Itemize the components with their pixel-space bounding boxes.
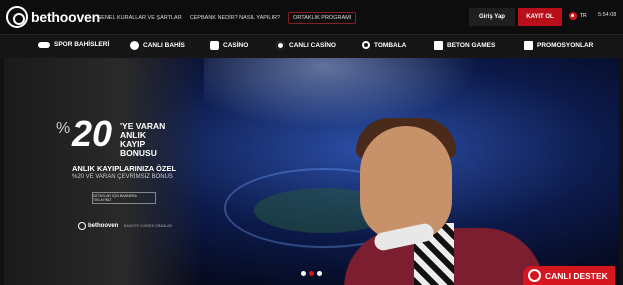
register-button[interactable]: KAYIT OL	[518, 8, 562, 26]
hero-logo: bethooven	[78, 222, 118, 230]
slide-dot[interactable]	[317, 271, 322, 276]
stopwatch-icon	[130, 41, 139, 50]
link-cepbank[interactable]: CEPBANK NEDİR? NASIL YAPILIR?	[190, 15, 280, 21]
brand-name: bethooven	[31, 9, 100, 25]
logo-icon	[6, 6, 28, 28]
slide-dot-active[interactable]	[309, 271, 314, 276]
clock: 5:54:08	[598, 12, 617, 18]
nav-tombala[interactable]: TOMBALA	[362, 41, 406, 49]
stadium-lights	[204, 58, 504, 138]
dice-icon	[210, 41, 219, 50]
hero-logo-text: bethooven	[88, 223, 119, 229]
language-selector[interactable]: TR	[569, 12, 587, 20]
percent-sign: %	[56, 120, 71, 137]
nav-label: BETON GAMES	[447, 42, 496, 49]
chip-icon	[276, 41, 285, 50]
logo-icon	[78, 222, 86, 230]
nav-label: PROMOSYONLAR	[537, 42, 594, 49]
support-logo-icon	[528, 269, 541, 282]
bingo-ball-icon	[362, 41, 370, 49]
cards-icon	[434, 41, 443, 50]
brand-logo[interactable]: bethooven	[6, 5, 100, 29]
nav-sports[interactable]: SPOR BAHİSLERİ	[38, 41, 109, 48]
hero-tagline: BAHİSTE YÜKSEK ORANLAR	[124, 224, 172, 228]
gift-icon	[524, 41, 533, 50]
nav-promotions[interactable]: PROMOSYONLAR	[524, 41, 593, 50]
link-affiliate-program[interactable]: ORTAKLIK PROGRAMI	[288, 12, 357, 24]
nav-beton-games[interactable]: BETON GAMES	[434, 41, 495, 50]
promo-line-3: KAYIP BONUSU	[120, 140, 157, 158]
nav-live-betting[interactable]: CANLI BAHİS	[130, 41, 185, 50]
live-support-button[interactable]: CANLI DESTEK	[523, 266, 615, 285]
nav-label: CANLI CASİNO	[289, 42, 336, 49]
nav-label: TOMBALA	[374, 41, 407, 49]
language-code: TR	[580, 13, 587, 19]
link-general-rules[interactable]: GENEL KURALLAR VE ŞARTLAR	[97, 15, 182, 21]
details-button[interactable]: DETAYLAR İÇİN BANNERA TIKLAYINIZ	[92, 192, 156, 204]
nav-label: SPOR BAHİSLERİ	[54, 41, 110, 48]
promo-number: 20	[72, 113, 113, 154]
main-nav: SPOR BAHİSLERİ CANLI BAHİS CASİNO CANLI …	[0, 34, 623, 58]
fan-face	[360, 126, 452, 241]
sports-icon	[38, 41, 50, 48]
top-links: GENEL KURALLAR VE ŞARTLAR CEPBANK NEDİR?…	[97, 12, 357, 24]
nav-label: CASİNO	[223, 42, 249, 49]
nav-live-casino[interactable]: CANLI CASİNO	[276, 41, 336, 50]
nav-label: CANLI BAHİS	[143, 42, 185, 49]
promo-line-4: ANLIK KAYIPLARINIZA ÖZEL	[72, 164, 177, 173]
top-bar: bethooven GENEL KURALLAR VE ŞARTLAR CEPB…	[0, 0, 623, 34]
promo-line-3b: BONUSU	[120, 148, 157, 158]
live-support-label: CANLI DESTEK	[545, 270, 608, 281]
promo-line-5: %20 VE VARAN ÇEVRİMSİZ BONUS	[72, 174, 173, 180]
hero-banner[interactable]: % 20 'YE VARAN ANLIK KAYIP BONUSU ANLIK K…	[4, 58, 619, 285]
slider-dots	[301, 271, 322, 276]
login-button[interactable]: Giriş Yap	[469, 8, 515, 26]
nav-casino[interactable]: CASİNO	[210, 41, 248, 50]
slide-dot[interactable]	[301, 271, 306, 276]
turkey-flag-icon	[569, 12, 577, 20]
